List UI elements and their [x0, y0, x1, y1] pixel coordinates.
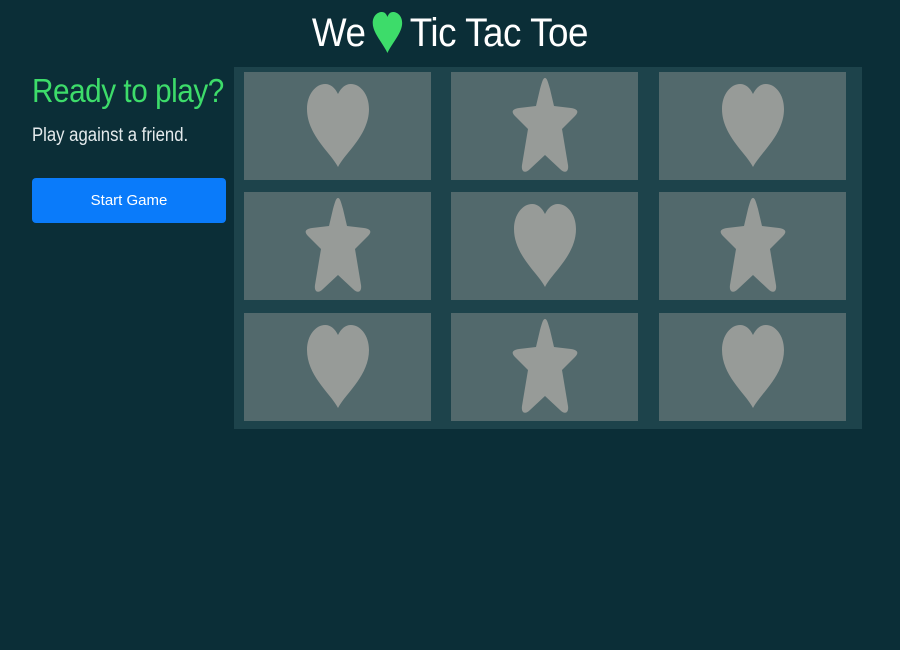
star-icon — [512, 319, 577, 413]
board-cell-1[interactable] — [244, 72, 431, 180]
board-cell-5[interactable] — [451, 192, 638, 300]
board-cell-3[interactable] — [659, 72, 846, 180]
star-icon — [512, 78, 577, 172]
heart-icon — [372, 11, 403, 55]
heart-icon — [513, 204, 576, 287]
play-subtext: Play against a friend. — [32, 125, 189, 146]
board-cell-7[interactable] — [244, 313, 431, 421]
board-cell-4[interactable] — [244, 192, 431, 300]
board-cell-9[interactable] — [659, 313, 846, 421]
game-board — [234, 67, 862, 429]
star-icon — [305, 198, 370, 292]
heart-icon — [306, 84, 369, 167]
start-game-button[interactable]: Start Game — [32, 178, 226, 223]
board-cell-8[interactable] — [451, 313, 638, 421]
board-cell-2[interactable] — [451, 72, 638, 180]
title-suffix: Tic Tac Toe — [409, 10, 589, 55]
board-cell-6[interactable] — [659, 192, 846, 300]
heart-icon — [721, 84, 784, 167]
ready-heading: Ready to play? — [32, 72, 224, 109]
sidebar: Ready to play? Play against a friend. St… — [32, 72, 226, 223]
heart-icon — [721, 325, 784, 408]
page-title: We Tic Tac Toe — [36, 8, 864, 58]
title-prefix: We — [311, 10, 366, 55]
star-icon — [720, 198, 785, 292]
heart-icon — [306, 325, 369, 408]
